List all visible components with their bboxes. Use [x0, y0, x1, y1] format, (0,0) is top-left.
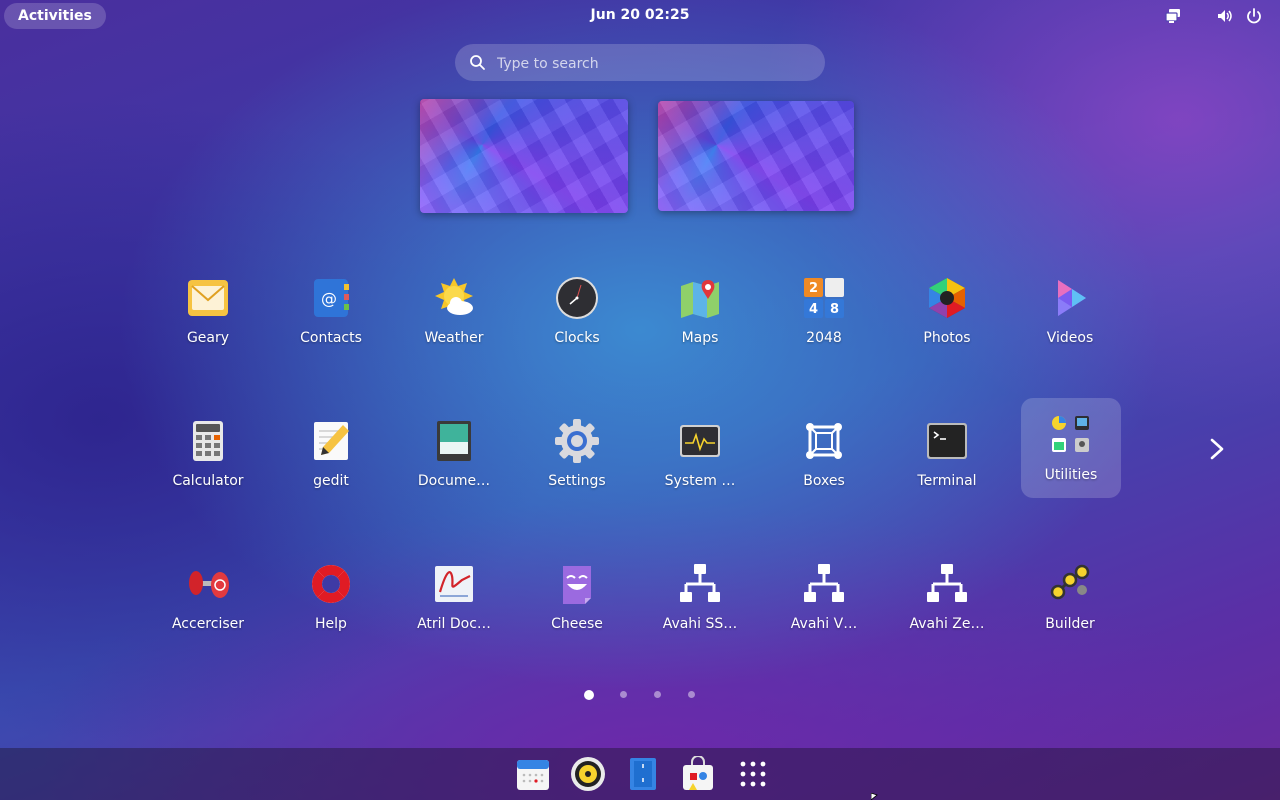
cheese-icon	[563, 566, 591, 604]
app-avahi-vnc[interactable]: Avahi V…	[774, 550, 874, 650]
app-gedit[interactable]: gedit	[281, 407, 381, 507]
search-icon	[470, 55, 485, 70]
date-time-clock[interactable]: Jun 20 02:25	[540, 7, 740, 23]
app-settings[interactable]: Settings	[527, 407, 627, 507]
boxes-icon	[806, 423, 842, 459]
app-document-viewer[interactable]: Docume…	[404, 407, 504, 507]
show-apps-grid-icon[interactable]	[735, 756, 771, 792]
svg-text:4: 4	[809, 302, 818, 317]
geary-icon	[188, 280, 228, 316]
app-label: Accerciser	[171, 616, 245, 632]
atril-document-icon	[435, 566, 473, 602]
app-clocks[interactable]: Clocks	[527, 264, 627, 364]
app-label: Calculator	[172, 473, 244, 489]
app-label: Atril Doc…	[417, 616, 491, 632]
app-help[interactable]: Help	[281, 550, 381, 650]
app-label: Cheese	[551, 616, 603, 632]
app-calculator[interactable]: Calculator	[158, 407, 258, 507]
help-lifebuoy-icon	[312, 565, 350, 603]
maps-icon	[681, 280, 719, 318]
app-label: Terminal	[917, 473, 977, 489]
app-label: 2048	[806, 330, 842, 346]
chevron-right-icon[interactable]	[1204, 436, 1230, 462]
contacts-icon: @	[314, 279, 349, 317]
svg-text:2: 2	[809, 281, 818, 296]
gedit-icon	[314, 422, 349, 460]
app-label: Clocks	[554, 330, 600, 346]
calculator-icon	[193, 421, 223, 461]
app-cheese[interactable]: Cheese	[527, 550, 627, 650]
app-label: Settings	[548, 473, 606, 489]
app-avahi-ssh[interactable]: Avahi SS…	[650, 550, 750, 650]
rhythmbox-icon[interactable]	[570, 756, 606, 792]
mouse-cursor-icon	[871, 793, 878, 800]
svg-text:@: @	[321, 289, 337, 308]
photos-icon	[929, 278, 965, 318]
page-dot-2[interactable]	[620, 691, 627, 698]
clocks-icon	[556, 277, 598, 319]
app-maps[interactable]: Maps	[650, 264, 750, 364]
network-hierarchy-icon	[927, 564, 967, 602]
game-2048-icon: 2 4 8	[804, 278, 844, 318]
app-label: Videos	[1046, 330, 1094, 346]
videos-icon	[1058, 280, 1086, 316]
app-label: Photos	[923, 330, 971, 346]
network-hierarchy-icon	[804, 564, 844, 602]
app-builder[interactable]: Builder	[1020, 550, 1120, 650]
builder-icon	[1050, 564, 1090, 600]
app-label: Help	[315, 616, 347, 632]
utilities-folder-icon	[1052, 416, 1089, 452]
app-label: Weather	[424, 330, 484, 346]
app-terminal[interactable]: Terminal	[897, 407, 997, 507]
app-contacts[interactable]: @ Contacts	[281, 264, 381, 364]
page-dot-1[interactable]	[584, 690, 594, 700]
document-viewer-icon	[437, 421, 471, 461]
software-store-icon[interactable]	[680, 756, 716, 792]
page-dot-3[interactable]	[654, 691, 661, 698]
volume-icon[interactable]	[1216, 7, 1234, 25]
terminal-icon	[927, 423, 967, 459]
dock	[0, 748, 1280, 800]
app-label: Contacts	[300, 330, 362, 346]
app-avahi-zeroconf[interactable]: Avahi Ze…	[897, 550, 997, 650]
app-label: Geary	[186, 330, 230, 346]
app-label: Utilities	[1044, 467, 1098, 483]
screen-share-icon[interactable]	[1164, 7, 1182, 25]
app-geary[interactable]: Geary	[158, 264, 258, 364]
accerciser-icon	[189, 571, 229, 598]
app-label: Avahi V…	[790, 616, 858, 632]
top-bar: Activities Jun 20 02:25	[0, 0, 1280, 32]
app-atril[interactable]: Atril Doc…	[404, 550, 504, 650]
search-input[interactable]	[495, 44, 809, 83]
app-label: Builder	[1045, 616, 1095, 632]
power-icon[interactable]	[1245, 7, 1263, 25]
page-dot-4[interactable]	[688, 691, 695, 698]
app-label: Avahi Ze…	[909, 616, 985, 632]
app-label: Maps	[681, 330, 719, 346]
app-videos[interactable]: Videos	[1020, 264, 1120, 364]
app-folder-utilities[interactable]: Utilities	[1021, 398, 1121, 498]
app-2048[interactable]: 2 4 8 2048	[774, 264, 874, 364]
calendar-icon[interactable]	[515, 756, 551, 792]
app-label: Docume…	[417, 473, 491, 489]
settings-gear-icon	[555, 419, 599, 463]
app-photos[interactable]: Photos	[897, 264, 997, 364]
workspace-thumbnail-1[interactable]	[420, 99, 628, 213]
app-boxes[interactable]: Boxes	[774, 407, 874, 507]
files-icon[interactable]	[625, 756, 661, 792]
app-label: System …	[664, 473, 736, 489]
search-bar[interactable]	[455, 44, 825, 83]
system-monitor-icon	[680, 425, 720, 457]
network-hierarchy-icon	[680, 564, 720, 602]
app-weather[interactable]: Weather	[404, 264, 504, 364]
activities-button[interactable]: Activities	[4, 3, 106, 29]
workspace-thumbnail-2[interactable]	[658, 101, 854, 211]
app-label: Avahi SS…	[662, 616, 738, 632]
app-label: gedit	[313, 473, 349, 489]
app-label: Boxes	[803, 473, 845, 489]
app-system-monitor[interactable]: System …	[650, 407, 750, 507]
svg-text:8: 8	[830, 302, 839, 317]
weather-icon	[435, 278, 473, 315]
app-accerciser[interactable]: Accerciser	[158, 550, 258, 650]
